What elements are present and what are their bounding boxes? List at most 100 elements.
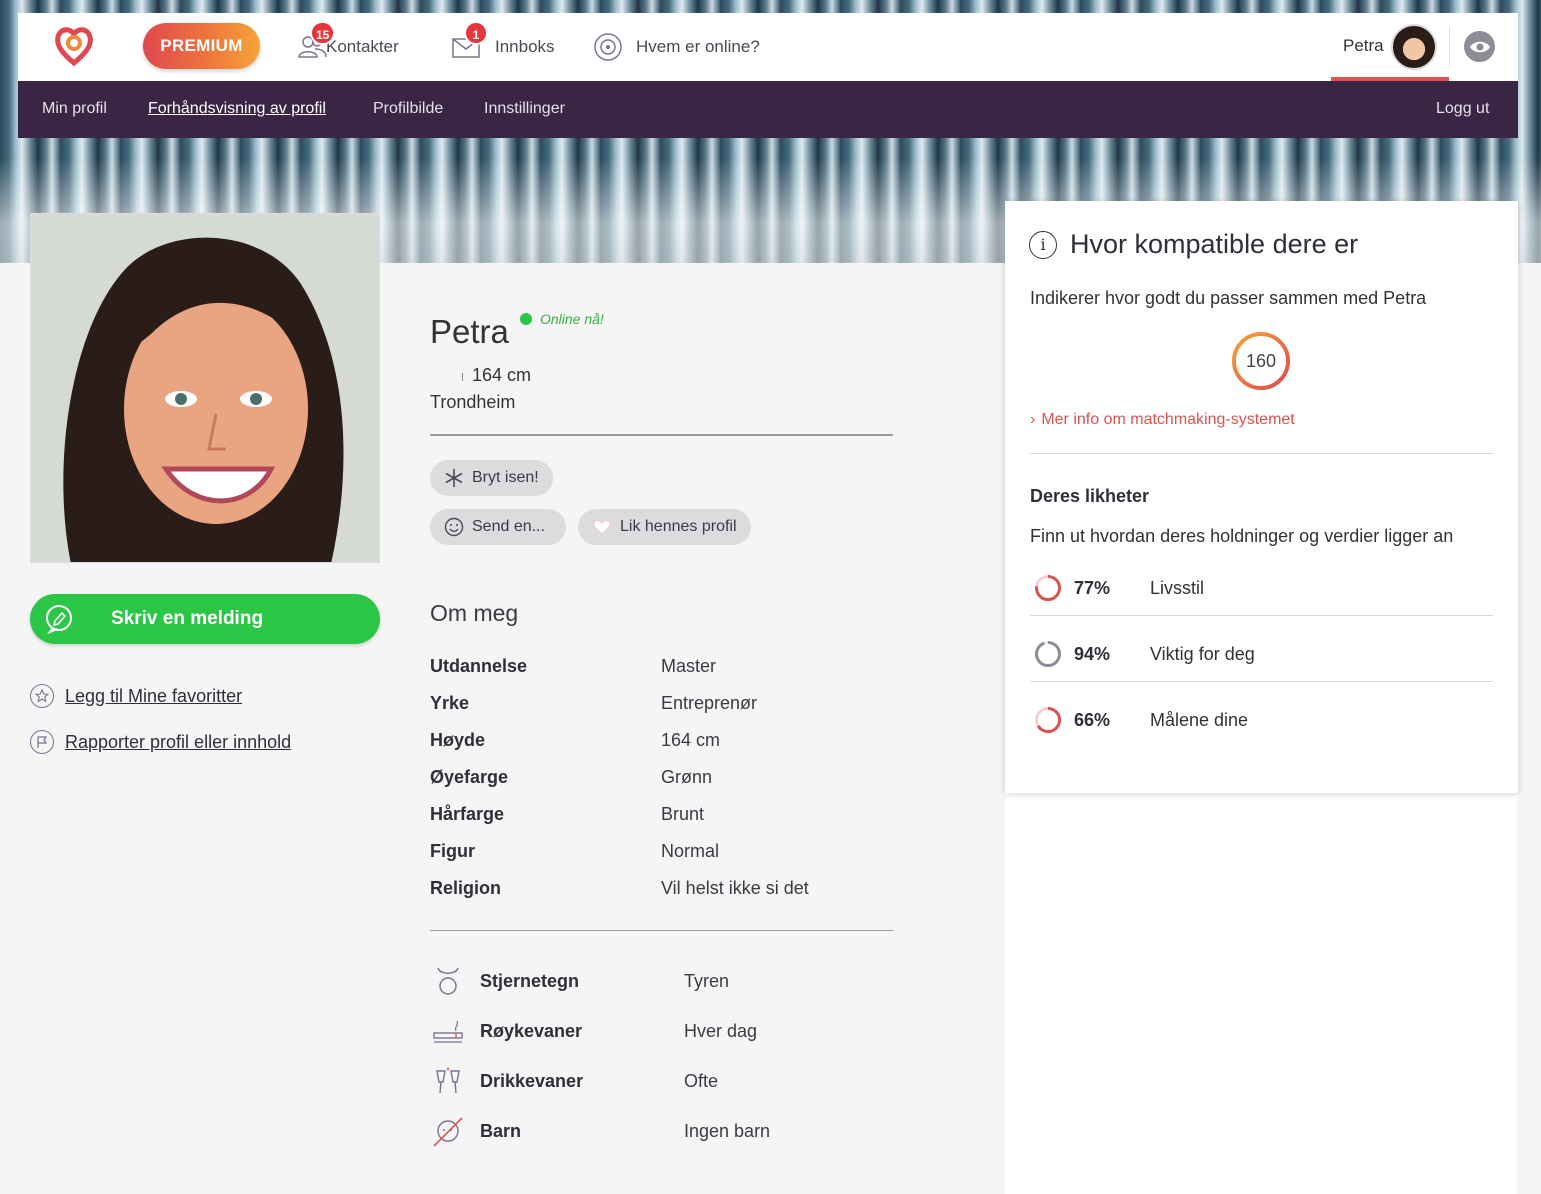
fact-label: Høyde bbox=[430, 730, 486, 750]
likeness-label: Livsstil bbox=[1150, 577, 1205, 598]
report-label: Rapporter profil eller innhold bbox=[65, 731, 292, 752]
compatibility-score: 160 bbox=[1245, 350, 1277, 371]
smiley-icon bbox=[444, 517, 464, 537]
more-info-link[interactable]: › Mer info om matchmaking-systemet bbox=[1030, 411, 1295, 429]
fact-value: Normal bbox=[661, 841, 720, 861]
compatibility-title: i Hvor kompatible dere er bbox=[1029, 229, 1358, 260]
send-button[interactable]: Send en... bbox=[430, 509, 566, 545]
habit-value: Ofte bbox=[684, 1070, 719, 1091]
profile-city: Trondheim bbox=[430, 392, 516, 412]
inbox-label: Innboks bbox=[495, 37, 555, 56]
speech-bubble-icon bbox=[44, 604, 74, 635]
percent-ring-icon bbox=[1035, 641, 1061, 667]
icebreaker-button[interactable]: Bryt isen! bbox=[430, 460, 553, 496]
likeness-row[interactable]: 77% Livsstil bbox=[1030, 563, 1493, 613]
taurus-icon bbox=[430, 963, 466, 999]
contacts-badge: 15 bbox=[310, 21, 336, 45]
compatibility-subtitle: Indikerer hvor godt du passer sammen med… bbox=[1030, 288, 1427, 308]
like-profile-button[interactable]: Lik hennes profil bbox=[578, 509, 751, 545]
online-dot-icon bbox=[520, 313, 532, 325]
fact-row: Yrke Entreprenør bbox=[430, 693, 900, 730]
top-navigation-bar: PREMIUM Kontakter 15 Innboks 1 Hvem er o… bbox=[18, 13, 1518, 81]
cigarette-icon bbox=[430, 1013, 466, 1049]
fact-label: Øyefarge bbox=[430, 767, 509, 787]
likeness-percent: 94% bbox=[1074, 643, 1111, 664]
fact-label: Utdannelse bbox=[430, 656, 528, 676]
fact-row: Religion Vil helst ikke si det bbox=[430, 878, 900, 915]
write-message-button[interactable]: Skriv en melding bbox=[30, 594, 380, 644]
site-logo[interactable] bbox=[54, 23, 94, 67]
divider bbox=[430, 434, 893, 436]
nav-inbox[interactable]: Innboks 1 bbox=[450, 21, 555, 67]
profile-name: Petra bbox=[430, 313, 509, 350]
likeness-label: Viktig for deg bbox=[1150, 643, 1255, 664]
add-favorite-link[interactable]: Legg til Mine favoritter bbox=[30, 684, 242, 708]
subnav-settings[interactable]: Innstillinger bbox=[484, 100, 565, 118]
subnav-profile-picture[interactable]: Profilbilde bbox=[373, 100, 443, 118]
habit-label: Stjernetegn bbox=[480, 970, 580, 991]
online-label: Online nå! bbox=[540, 311, 604, 327]
profile-photo[interactable] bbox=[30, 213, 380, 563]
nav-contacts[interactable]: Kontakter 15 bbox=[296, 21, 399, 67]
inbox-badge: 1 bbox=[464, 21, 488, 45]
habit-row: Røykevaner Hver dag bbox=[430, 1006, 900, 1056]
no-children-icon bbox=[430, 1113, 466, 1149]
logout-link[interactable]: Logg ut bbox=[1436, 100, 1489, 118]
habit-value: Tyren bbox=[684, 970, 730, 991]
percent-ring-icon bbox=[1035, 707, 1061, 733]
report-link[interactable]: Rapporter profil eller innhold bbox=[30, 730, 291, 754]
subnav-profile-preview[interactable]: Forhåndsvisning av profil bbox=[148, 100, 326, 118]
habit-label: Drikkevaner bbox=[480, 1070, 584, 1091]
habit-row: Stjernetegn Tyren bbox=[430, 956, 900, 1006]
fact-label: Yrke bbox=[430, 693, 470, 713]
user-menu[interactable]: Petra bbox=[1331, 13, 1449, 81]
fact-row: Høyde 164 cm bbox=[430, 730, 900, 767]
divider bbox=[1449, 27, 1450, 67]
habit-value: Hver dag bbox=[684, 1020, 758, 1041]
heart-icon bbox=[593, 519, 611, 535]
radar-icon bbox=[592, 31, 624, 63]
divider bbox=[430, 930, 893, 931]
profile-height: 164 cm bbox=[430, 365, 531, 386]
like-label: Lik hennes profil bbox=[620, 518, 737, 535]
fact-row: Hårfarge Brunt bbox=[430, 804, 900, 841]
user-name: Petra bbox=[1343, 36, 1384, 55]
add-favorite-label: Legg til Mine favoritter bbox=[65, 685, 243, 706]
fact-label: Hårfarge bbox=[430, 804, 505, 824]
profile-facts: Utdannelse Master Yrke Entreprenør Høyde 16… bbox=[430, 656, 900, 915]
fact-value: Grønn bbox=[661, 767, 713, 787]
likeness-row[interactable]: 94% Viktig for deg bbox=[1030, 629, 1493, 679]
divider bbox=[1030, 615, 1493, 616]
profile-subnav: Min profil Forhåndsvisning av profil Pro… bbox=[18, 81, 1518, 138]
online-status: Online nå! bbox=[520, 311, 604, 327]
who-online-label: Hvem er online? bbox=[636, 37, 760, 56]
compatibility-panel: i Hvor kompatible dere er Indikerer hvor… bbox=[1005, 201, 1518, 793]
champagne-icon bbox=[430, 1063, 466, 1099]
fact-row: Figur Normal bbox=[430, 841, 900, 878]
compatibility-title-text: Hvor kompatible dere er bbox=[1070, 229, 1359, 259]
habit-value: Ingen barn bbox=[684, 1120, 771, 1141]
nav-who-online[interactable]: Hvem er online? bbox=[592, 27, 760, 67]
write-message-label: Skriv en melding bbox=[111, 608, 264, 629]
fact-value: Vil helst ikke si det bbox=[661, 878, 809, 898]
likeness-subtitle: Finn ut hvordan deres holdninger og verd… bbox=[1030, 526, 1454, 546]
fact-row: Utdannelse Master bbox=[430, 656, 900, 693]
star-icon bbox=[30, 684, 54, 708]
more-info-label: Mer info om matchmaking-systemet bbox=[1041, 411, 1295, 428]
subnav-my-profile[interactable]: Min profil bbox=[42, 100, 107, 118]
fact-value: Master bbox=[661, 656, 717, 676]
eye-icon[interactable] bbox=[1464, 31, 1495, 62]
divider bbox=[1030, 681, 1493, 682]
likeness-label: Målene dine bbox=[1150, 709, 1249, 730]
likeness-percent: 77% bbox=[1074, 577, 1111, 598]
divider bbox=[1030, 453, 1493, 454]
likeness-row[interactable]: 66% Målene dine bbox=[1030, 695, 1493, 745]
info-icon[interactable]: i bbox=[1029, 230, 1057, 259]
flag-icon bbox=[30, 730, 54, 754]
fact-label: Figur bbox=[430, 841, 475, 861]
avatar bbox=[1391, 24, 1437, 70]
premium-button[interactable]: PREMIUM bbox=[143, 23, 260, 69]
separator bbox=[462, 373, 466, 381]
habit-label: Barn bbox=[480, 1120, 522, 1141]
habit-row: Barn Ingen barn bbox=[430, 1106, 900, 1156]
